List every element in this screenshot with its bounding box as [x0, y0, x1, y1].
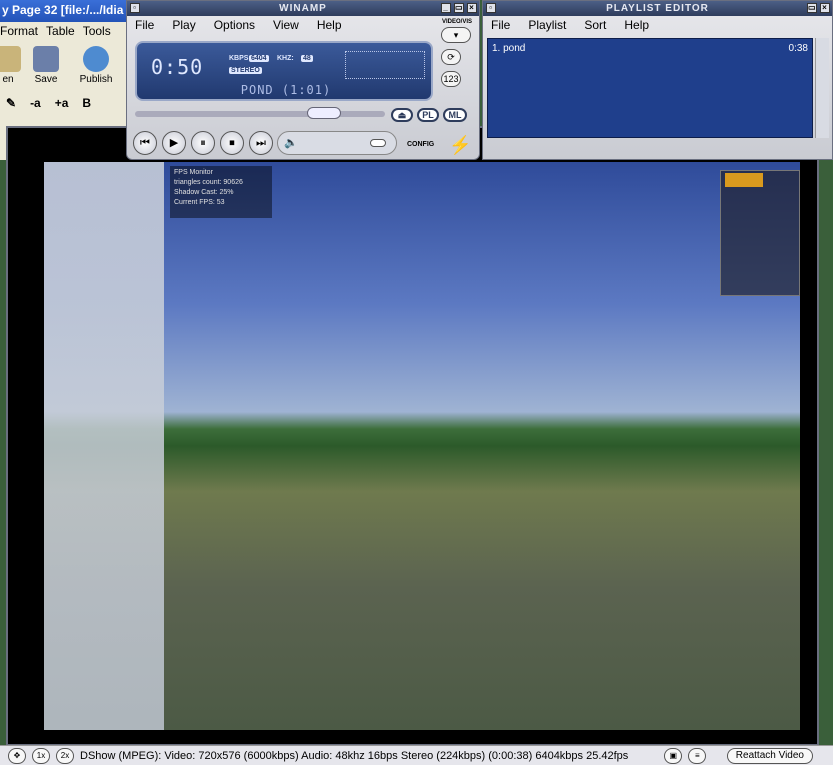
media-library-button[interactable]: ML [443, 108, 467, 122]
pl-menu-file[interactable]: File [491, 16, 510, 34]
volume-knob[interactable] [370, 139, 386, 147]
next-button[interactable]: ⏭ [249, 131, 273, 155]
stop-button[interactable]: ⏹ [220, 131, 244, 155]
grow-text-button[interactable]: +a [55, 96, 69, 116]
khz-label: KHZ: [277, 55, 294, 62]
seek-bar[interactable] [135, 111, 385, 117]
config-button[interactable]: CONFIG [407, 141, 434, 148]
background-menu-bar: Format Table Tools [0, 24, 130, 42]
save-tool[interactable]: Save [26, 44, 66, 85]
move-icon[interactable]: ✥ [8, 747, 26, 764]
track-title: POND (1:01) [240, 83, 332, 97]
playlist-title: PLAYLIST EDITOR [606, 3, 709, 14]
zoom-1x-button[interactable]: 1x [32, 747, 50, 764]
tv-icon[interactable]: ▣ [664, 747, 683, 764]
shrink-text-button[interactable]: -a [30, 96, 41, 116]
playlist-menu-bar: File Playlist Sort Help [483, 16, 832, 34]
video-info: DShow (MPEG): Video: 720x576 (6000kbps) … [80, 749, 629, 762]
fps-overlay: FPS Monitor triangles count: 90626 Shado… [170, 166, 272, 218]
video-vis-label: VIDEO/VIS [441, 19, 472, 25]
playlist-list[interactable]: 1. pond 0:38 [487, 38, 813, 138]
lightning-icon[interactable]: ⚡ [449, 135, 471, 156]
pl-menu-playlist[interactable]: Playlist [528, 16, 566, 34]
menu-view[interactable]: View [273, 16, 299, 34]
menu-table[interactable]: Table [46, 24, 75, 42]
volume-slider[interactable]: 🔈 [277, 131, 397, 155]
playlist-toggle-button[interactable]: PL [417, 108, 439, 122]
elapsed-time[interactable]: 0:50 [151, 55, 203, 79]
playlist-shade-icon[interactable]: ▭ [807, 3, 817, 13]
video-vis-button[interactable]: ▾ [441, 27, 471, 43]
speaker-icon: 🔈 [284, 137, 298, 149]
play-button[interactable]: ▶ [162, 131, 186, 155]
winamp-menu-bar: File Play Options View Help [127, 16, 479, 34]
previous-button[interactable]: ⏮ [133, 131, 157, 155]
menu-play[interactable]: Play [172, 16, 195, 34]
zoom-2x-button[interactable]: 2x [56, 747, 74, 764]
playlist-close-icon[interactable]: × [820, 3, 830, 13]
bold-button[interactable]: B [82, 96, 91, 116]
playlist-menu-icon[interactable]: ▫ [486, 3, 496, 13]
menu-file[interactable]: File [135, 16, 154, 34]
menu-help[interactable]: Help [317, 16, 342, 34]
status-bar: ✥ 1x 2x DShow (MPEG): Video: 720x576 (60… [0, 745, 833, 765]
video-frame[interactable]: FPS Monitor triangles count: 90626 Shado… [44, 162, 800, 730]
winamp-title: WINAMP [279, 3, 327, 14]
kbps-value: 6404 [249, 55, 269, 62]
shuffle-button[interactable]: 123 [441, 71, 461, 87]
video-left-region [44, 162, 164, 730]
visualizer[interactable] [345, 51, 425, 79]
video-settings-panel [720, 170, 800, 296]
shade-icon[interactable]: ▭ [454, 3, 464, 13]
winamp-main-window: ▫ WINAMP _ ▭ × File Play Options View He… [126, 0, 480, 160]
stereo-indicator: STEREO [229, 67, 262, 74]
pl-menu-sort[interactable]: Sort [584, 16, 606, 34]
menu-tools[interactable]: Tools [83, 24, 111, 42]
winamp-side-buttons: VIDEO/VIS ▾ ⟳ 123 [437, 19, 477, 87]
video-window: FPS Monitor triangles count: 90626 Shado… [6, 126, 819, 746]
background-window-title: y Page 32 [file:/.../Idia [0, 0, 130, 22]
playlist-scrollbar[interactable] [815, 38, 829, 138]
repeat-button[interactable]: ⟳ [441, 49, 461, 65]
eject-button[interactable]: ⏏ [391, 108, 413, 122]
reattach-video-button[interactable]: Reattach Video [726, 747, 813, 764]
winamp-menu-icon[interactable]: ▫ [130, 3, 140, 13]
globe-icon [83, 46, 109, 72]
pause-button[interactable]: ⏸ [191, 131, 215, 155]
save-icon [33, 46, 59, 72]
list-item[interactable]: 1. pond 0:38 [488, 39, 812, 58]
options-icon[interactable]: ≡ [688, 747, 707, 764]
open-icon [0, 46, 21, 72]
playlist-titlebar[interactable]: ▫ PLAYLIST EDITOR ▭ × [483, 1, 832, 16]
kbps-label: KBPS: [229, 55, 251, 62]
pencil-icon[interactable]: ✎ [6, 96, 16, 116]
menu-options[interactable]: Options [214, 16, 255, 34]
close-icon[interactable]: × [467, 3, 477, 13]
publish-tool[interactable]: Publish [76, 44, 116, 85]
seek-knob[interactable] [307, 107, 341, 119]
open-tool[interactable]: en [0, 44, 28, 85]
khz-value: 48 [301, 55, 313, 62]
winamp-display: 0:50 KBPS: 6404 KHZ: 48 STEREO POND (1:0… [135, 41, 433, 101]
video-panel-tab [725, 173, 763, 187]
minimize-icon[interactable]: _ [441, 3, 451, 13]
pl-menu-help[interactable]: Help [624, 16, 649, 34]
winamp-titlebar[interactable]: ▫ WINAMP _ ▭ × [127, 1, 479, 16]
playlist-editor-window: ▫ PLAYLIST EDITOR ▭ × File Playlist Sort… [482, 0, 833, 160]
menu-format[interactable]: Format [0, 24, 38, 42]
background-toolbar: en Save Publish [0, 44, 130, 92]
format-bar: ✎ -a +a B [0, 96, 130, 116]
